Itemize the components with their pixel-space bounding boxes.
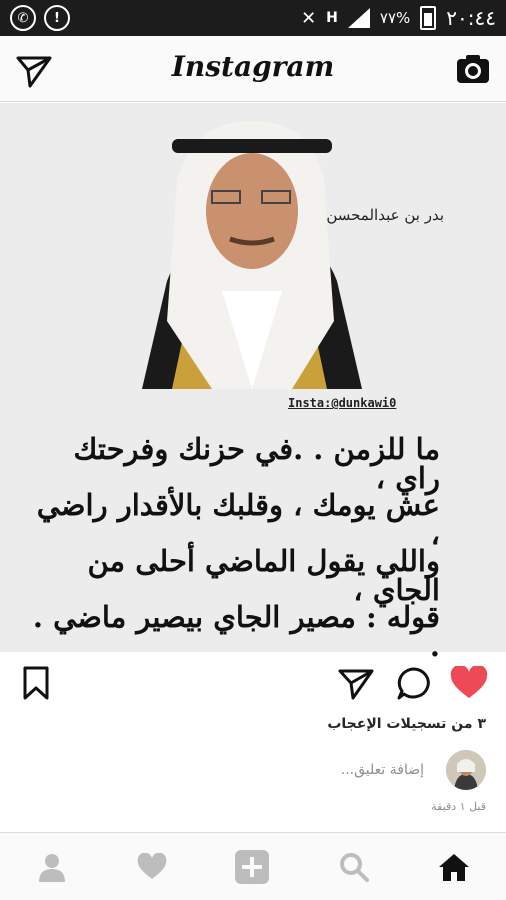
network-type: H bbox=[326, 10, 338, 26]
search-icon[interactable] bbox=[336, 849, 372, 885]
poem-line: ما للزمن . .في حزنك وفرحتك راي ، bbox=[73, 432, 440, 495]
poem-line: عش يومك ، وقلبك بالأقدار راضي ، bbox=[36, 488, 440, 551]
bookmark-icon[interactable] bbox=[22, 666, 50, 700]
post-image[interactable]: بدر بن عبدالمحسن Insta:@dunkawi0 ما للزم… bbox=[0, 103, 506, 661]
app-title: Instagram bbox=[171, 50, 335, 83]
author-name-label: بدر بن عبدالمحسن bbox=[326, 206, 444, 224]
location-icon: ! bbox=[44, 5, 70, 31]
battery-icon bbox=[420, 6, 437, 30]
share-icon[interactable] bbox=[338, 666, 374, 700]
comment-icon[interactable] bbox=[396, 666, 432, 700]
status-bar: ✆ ! ✕ H ٧٧% ٢٠:٤٤ bbox=[0, 0, 506, 36]
post-timestamp: قبل ١ دقيقة bbox=[431, 800, 486, 813]
comment-input[interactable]: إضافة تعليق... bbox=[341, 762, 424, 778]
post-actions bbox=[0, 660, 506, 710]
portrait-image bbox=[142, 121, 362, 389]
clock: ٢٠:٤٤ bbox=[446, 6, 496, 30]
signal-icon bbox=[347, 8, 370, 28]
bottom-navigation bbox=[0, 832, 506, 900]
add-comment-row[interactable]: إضافة تعليق... bbox=[0, 748, 506, 794]
battery-percent: ٧٧% bbox=[379, 9, 411, 27]
poem-line: واللي يقول الماضي أحلى من الجاي ، bbox=[87, 544, 440, 607]
poem-line: قوله : مصير الجاي بيصير ماضي . . bbox=[32, 600, 440, 663]
home-icon[interactable] bbox=[436, 849, 472, 885]
profile-icon[interactable] bbox=[34, 849, 70, 885]
heart-icon[interactable] bbox=[134, 849, 170, 885]
camera-icon[interactable] bbox=[456, 52, 490, 86]
mute-icon: ✕ bbox=[301, 7, 317, 29]
instagram-handle: Insta:@dunkawi0 bbox=[288, 396, 397, 410]
likes-count[interactable]: ٣ من تسجيلات الإعجاب bbox=[327, 716, 486, 732]
add-icon[interactable] bbox=[234, 849, 270, 885]
avatar bbox=[446, 750, 486, 790]
like-heart-icon[interactable] bbox=[450, 666, 488, 700]
app-header: Instagram bbox=[0, 36, 506, 102]
whatsapp-icon: ✆ bbox=[10, 5, 36, 31]
